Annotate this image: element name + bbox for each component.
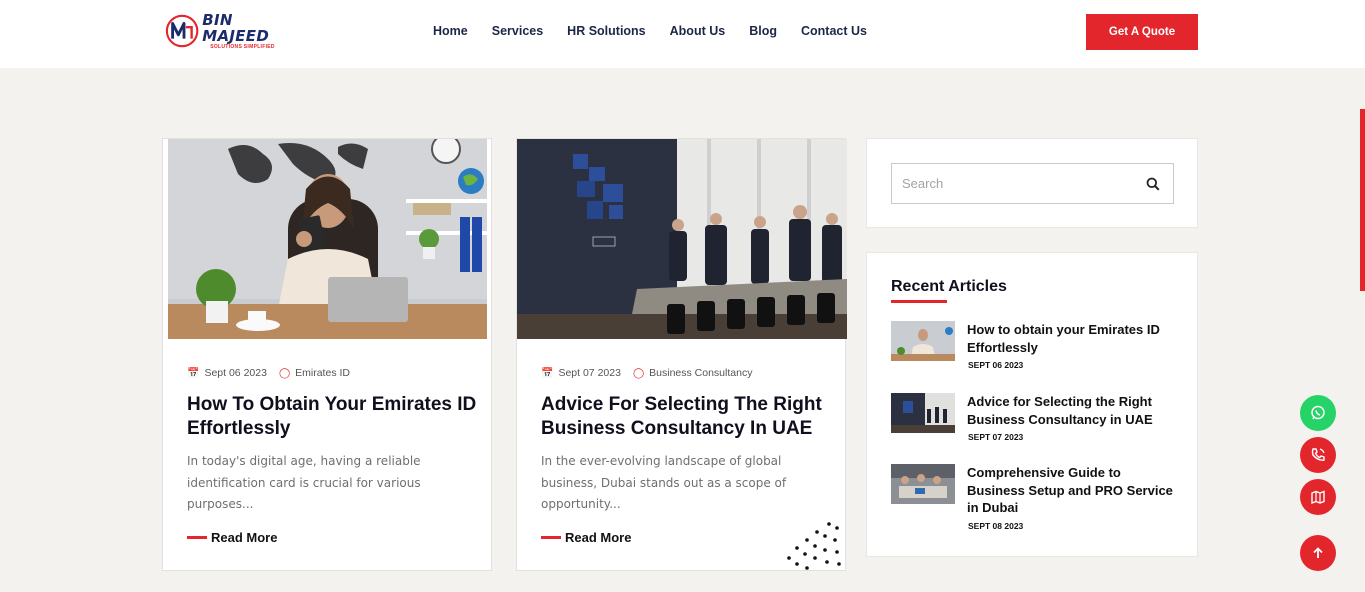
- nav-home[interactable]: Home: [433, 24, 468, 38]
- business-meeting-image: [517, 139, 847, 339]
- recent-article-thumbnail: [891, 464, 955, 504]
- post-meta: 📅 Sept 06 2023 ◯ Emirates ID: [187, 367, 477, 379]
- logo[interactable]: BIN MAJEED SOLUTIONS SIMPLIFIED: [165, 11, 300, 51]
- recent-article-date: SEPT 07 2023: [968, 432, 1024, 442]
- phone-call-icon: [1311, 448, 1325, 461]
- logo-name: BIN MAJEED: [202, 11, 270, 45]
- read-more-link[interactable]: Read More: [187, 530, 477, 545]
- post-title[interactable]: How To Obtain Your Emirates ID Effortles…: [187, 393, 477, 441]
- read-more-label: Read More: [565, 529, 632, 545]
- nav-blog[interactable]: Blog: [749, 24, 777, 38]
- get-a-quote-button[interactable]: Get A Quote: [1086, 14, 1198, 50]
- read-more-label: Read More: [211, 529, 278, 545]
- woman-with-id-card-image: [168, 139, 487, 339]
- nav-hr-solutions[interactable]: HR Solutions: [567, 24, 645, 38]
- recent-article-date: SEPT 06 2023: [968, 360, 1024, 370]
- site-header: BIN MAJEED SOLUTIONS SIMPLIFIED Home Ser…: [0, 0, 1365, 68]
- recent-article-item[interactable]: How to obtain your Emirates ID Effortles…: [891, 321, 1181, 370]
- tag-icon: ◯: [632, 367, 645, 379]
- post-excerpt: In the ever-evolving landscape of global…: [541, 454, 787, 511]
- recent-article-thumbnail: [891, 393, 955, 433]
- tag-icon: ◯: [278, 367, 291, 379]
- blog-card: 📅 Sept 07 2023 ◯ Business Consultancy Ad…: [516, 138, 847, 571]
- recent-article-date: SEPT 08 2023: [968, 520, 1024, 531]
- scroll-indicator[interactable]: [1360, 109, 1365, 291]
- blog-card: 📅 Sept 06 2023 ◯ Emirates ID How To Obta…: [162, 138, 492, 571]
- post-meta: 📅 Sept 07 2023 ◯ Business Consultancy: [541, 367, 831, 379]
- main-nav: Home Services HR Solutions About Us Blog…: [421, 24, 879, 38]
- search-icon: [1146, 177, 1160, 191]
- arrow-up-icon: [1313, 547, 1323, 558]
- recent-article-title: Comprehensive Guide to Business Setup an…: [967, 465, 1173, 515]
- calendar-icon: 📅: [541, 367, 554, 379]
- map-icon: [1311, 490, 1325, 505]
- recent-articles-heading: Recent Articles: [891, 278, 1007, 295]
- recent-article-thumbnail: [891, 321, 955, 361]
- nav-contact-us[interactable]: Contact Us: [801, 24, 867, 38]
- read-more-bar: [541, 535, 561, 539]
- post-date: Sept 07 2023: [558, 367, 621, 379]
- calendar-icon: 📅: [187, 367, 200, 379]
- read-more-bar: [187, 535, 207, 539]
- recent-article-item[interactable]: Advice for Selecting the Right Business …: [891, 393, 1181, 442]
- nav-services[interactable]: Services: [492, 24, 543, 38]
- decorative-dots: [787, 522, 841, 570]
- post-image-emirates-id[interactable]: [168, 139, 487, 339]
- recent-article-title: Advice for Selecting the Right Business …: [967, 394, 1153, 427]
- recent-articles-widget: Recent Articles How to obtain your Emira…: [866, 252, 1198, 557]
- post-title[interactable]: Advice For Selecting The Right Business …: [541, 393, 831, 441]
- post-excerpt: In today's digital age, having a reliabl…: [187, 454, 421, 511]
- heading-underline: [891, 300, 947, 303]
- post-category[interactable]: Emirates ID: [295, 367, 350, 379]
- search-input[interactable]: [891, 163, 1174, 204]
- post-date: Sept 06 2023: [204, 367, 267, 379]
- post-image-business-consultancy[interactable]: [517, 139, 847, 339]
- whatsapp-icon: [1311, 405, 1325, 420]
- sidebar-search-widget: [866, 138, 1198, 228]
- logo-tagline: SOLUTIONS SIMPLIFIED: [210, 44, 275, 50]
- scroll-to-top-button[interactable]: [1300, 535, 1336, 571]
- recent-article-item[interactable]: Comprehensive Guide to Business Setup an…: [891, 464, 1181, 531]
- search-button[interactable]: [1141, 172, 1165, 196]
- nav-about-us[interactable]: About Us: [670, 24, 726, 38]
- post-category[interactable]: Business Consultancy: [649, 367, 752, 379]
- recent-article-title: How to obtain your Emirates ID Effortles…: [967, 322, 1160, 355]
- map-button[interactable]: [1300, 479, 1336, 515]
- call-button[interactable]: [1300, 437, 1336, 473]
- logo-mark-icon: [165, 14, 199, 48]
- whatsapp-button[interactable]: [1300, 395, 1336, 431]
